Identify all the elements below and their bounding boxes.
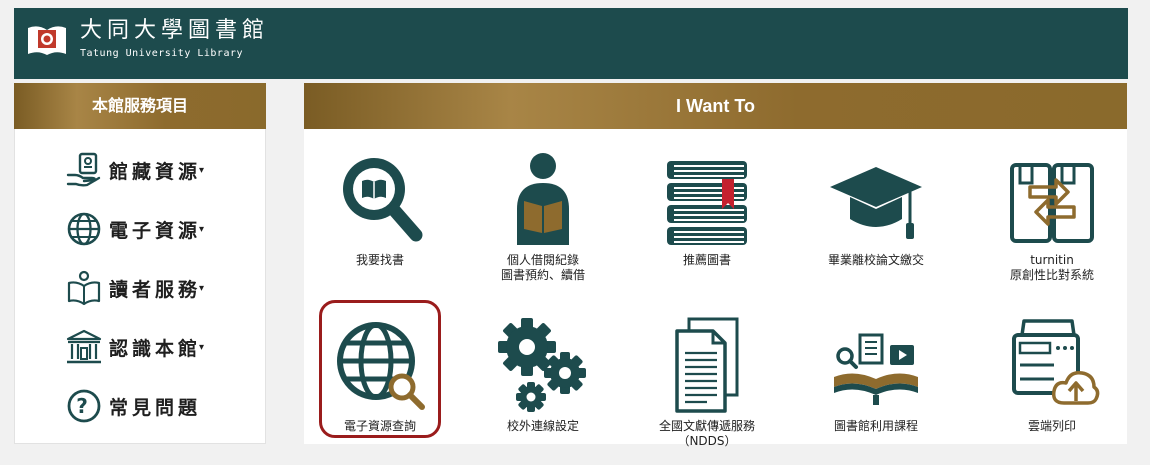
service-sidebar: 本館服務項目 館藏資源 ▾ 電子資源 ▾ 讀者服務 ▾ 認識本館 ▾ ? 常見問… — [14, 83, 266, 444]
library-building-icon — [66, 329, 102, 364]
tile-thesis-submission[interactable]: 畢業離校論文繳交 — [811, 149, 941, 299]
tile-label: 校外連線設定 — [506, 419, 579, 433]
tile-cloud-print[interactable]: 雲端列印 — [987, 315, 1117, 465]
book-search-icon — [343, 158, 423, 242]
tile-library-courses[interactable]: 圖書館利用課程 — [811, 315, 941, 465]
library-logo[interactable] — [26, 22, 68, 58]
tile-recommend-books[interactable]: 推薦圖書 — [642, 149, 772, 299]
library-name-zh[interactable]: 大同大學圖書館 — [80, 18, 269, 44]
sidebar-item-label: 認識本館 — [109, 337, 202, 360]
question-circle-icon: ? — [67, 389, 101, 423]
sidebar-item-label: 常見問題 — [109, 396, 202, 419]
tile-label: 全國文獻傳遞服務 （NDDS） — [658, 419, 755, 448]
tile-label: 圖書館利用課程 — [833, 419, 918, 433]
document-compare-icon — [1010, 163, 1094, 243]
tile-ndds[interactable]: 全國文獻傳遞服務 （NDDS） — [642, 315, 772, 465]
sidebar-item-e-resources[interactable]: 電子資源 ▾ — [65, 207, 204, 251]
library-name-en: Tatung University Library — [80, 48, 244, 59]
hand-document-icon — [66, 152, 101, 187]
highlight-frame — [319, 300, 441, 438]
gears-icon — [498, 318, 586, 412]
chevron-down-icon: ▾ — [199, 341, 205, 353]
site-header: 大同大學圖書館 Tatung University Library — [14, 8, 1128, 79]
globe-icon — [67, 212, 101, 246]
tile-label: 個人借閱紀錄 圖書預約、續借 — [500, 253, 585, 282]
tile-label: 雲端列印 — [1027, 419, 1076, 433]
tile-off-campus-access[interactable]: 校外連線設定 — [478, 315, 608, 465]
sidebar-item-about-library[interactable]: 認識本館 ▾ — [65, 325, 204, 369]
sidebar-item-label: 電子資源 — [109, 219, 202, 242]
tile-borrow-record[interactable]: 個人借閱紀錄 圖書預約、續借 — [478, 149, 608, 299]
svg-text:?: ? — [76, 394, 92, 418]
tile-label: turnitin 原創性比對系統 — [1009, 253, 1094, 282]
tile-find-books[interactable]: 我要找書 — [315, 149, 445, 299]
chevron-down-icon: ▾ — [199, 282, 205, 294]
sidebar-item-reader-services[interactable]: 讀者服務 ▾ — [65, 266, 204, 310]
sidebar-heading: 本館服務項目 — [14, 83, 266, 129]
graduation-cap-icon — [830, 167, 922, 239]
reader-icon — [517, 153, 569, 245]
open-book-media-icon — [834, 333, 918, 405]
sidebar-item-collections[interactable]: 館藏資源 ▾ — [65, 148, 204, 192]
sidebar-item-faq[interactable]: ? 常見問題 — [65, 384, 201, 428]
cloud-printer-icon — [1012, 319, 1100, 405]
chevron-down-icon: ▾ — [199, 223, 205, 235]
tile-turnitin[interactable]: turnitin 原創性比對系統 — [987, 149, 1117, 299]
tile-label: 畢業離校論文繳交 — [827, 253, 924, 267]
sidebar-item-label: 館藏資源 — [109, 160, 202, 183]
tile-label: 推薦圖書 — [682, 253, 731, 267]
books-stack-icon — [667, 161, 747, 245]
chevron-down-icon: ▾ — [199, 164, 205, 176]
sidebar-item-label: 讀者服務 — [109, 278, 202, 301]
documents-icon — [675, 317, 739, 413]
reader-book-icon — [67, 270, 101, 306]
tile-label: 我要找書 — [355, 253, 404, 267]
panel-heading: I Want To — [304, 83, 1127, 129]
